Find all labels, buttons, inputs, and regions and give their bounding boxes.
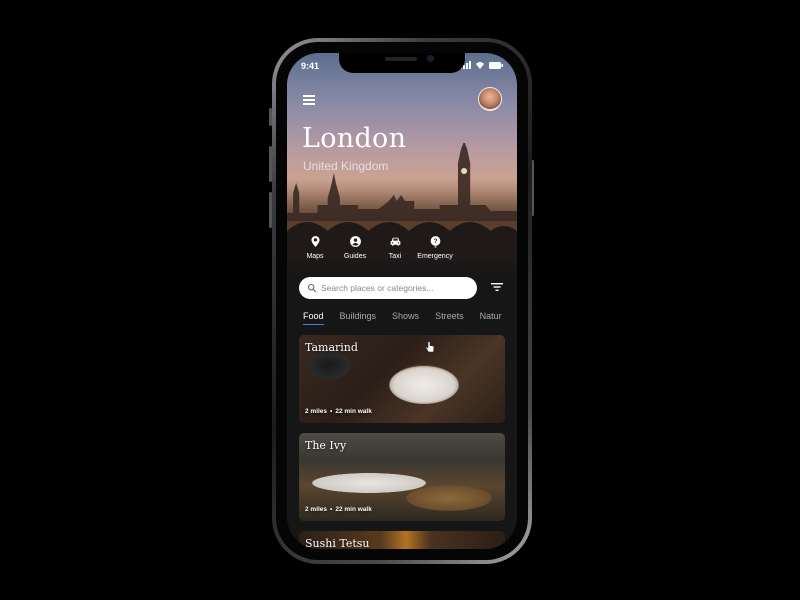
quick-action-label: Taxi — [388, 253, 402, 260]
quick-action-maps[interactable]: Maps — [295, 235, 335, 260]
tab-buildings[interactable]: Buildings — [340, 311, 377, 325]
place-walk-time: 22 min walk — [335, 506, 372, 513]
city-title: London — [302, 123, 407, 154]
phone-frame: 9:41 London United Kingdom Maps Guides T… — [272, 38, 532, 564]
emergency-help-icon: ? — [430, 236, 440, 248]
hamburger-menu-icon[interactable] — [303, 95, 315, 105]
status-time: 9:41 — [301, 61, 320, 71]
country-subtitle: United Kingdom — [303, 159, 389, 173]
search-row — [287, 277, 517, 299]
notch — [339, 53, 465, 73]
tab-streets[interactable]: Streets — [435, 311, 464, 325]
tab-shows[interactable]: Shows — [392, 311, 419, 325]
place-name: Tamarind — [305, 341, 358, 354]
quick-action-guides[interactable]: Guides — [335, 235, 375, 260]
user-avatar[interactable] — [478, 87, 502, 111]
quick-action-emergency[interactable]: ? Emergency — [415, 235, 455, 260]
place-meta: 2 miles • 22 min walk — [305, 506, 372, 513]
battery-icon — [489, 61, 503, 69]
search-icon — [307, 283, 317, 293]
status-icons — [460, 61, 503, 69]
quick-actions: Maps Guides Taxi ? Emergency — [295, 235, 455, 260]
quick-action-taxi[interactable]: Taxi — [375, 235, 415, 260]
place-name: Sushi Tetsu — [305, 537, 370, 549]
place-distance: 2 miles — [305, 506, 328, 513]
svg-text:?: ? — [433, 238, 437, 245]
quick-action-label: Maps — [306, 253, 324, 260]
place-card-tamarind[interactable]: Tamarind 2 miles • 22 min walk — [299, 335, 505, 423]
quick-action-label: Emergency — [417, 253, 453, 260]
separator-dot: • — [330, 506, 333, 513]
speaker-grille — [385, 57, 417, 61]
category-tabs: Food Buildings Shows Streets Natur — [303, 311, 502, 325]
map-pin-icon — [310, 236, 320, 247]
search-input[interactable] — [321, 283, 471, 293]
filter-icon[interactable] — [491, 282, 503, 292]
tab-nature[interactable]: Natur — [480, 311, 502, 325]
separator-dot: • — [330, 408, 333, 415]
tab-food[interactable]: Food — [303, 311, 324, 325]
guide-person-icon — [349, 236, 361, 247]
place-card-the-ivy[interactable]: The Ivy 2 miles • 22 min walk — [299, 433, 505, 521]
search-bar[interactable] — [299, 277, 477, 299]
hand-cursor-icon — [425, 341, 435, 353]
places-list: Tamarind 2 miles • 22 min walk The Ivy 2 m… — [299, 335, 505, 549]
place-card-sushi-tetsu[interactable]: Sushi Tetsu — [299, 531, 505, 549]
place-walk-time: 22 min walk — [335, 408, 372, 415]
place-distance: 2 miles — [305, 408, 328, 415]
place-meta: 2 miles • 22 min walk — [305, 408, 372, 415]
phone-bezel: 9:41 London United Kingdom Maps Guides T… — [276, 42, 528, 560]
front-camera — [427, 55, 434, 62]
taxi-icon — [390, 237, 400, 246]
wifi-icon — [476, 62, 484, 69]
place-name: The Ivy — [305, 439, 347, 452]
app-screen: 9:41 London United Kingdom Maps Guides T… — [287, 53, 517, 549]
quick-action-label: Guides — [343, 253, 367, 260]
